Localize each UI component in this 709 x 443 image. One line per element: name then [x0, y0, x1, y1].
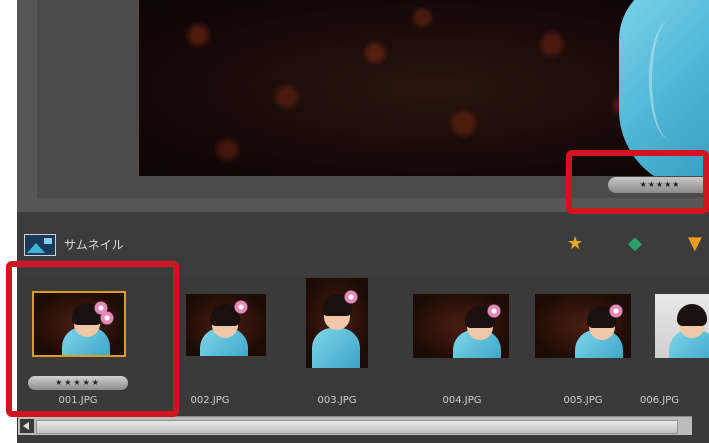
thumbnail-image[interactable]	[413, 294, 509, 358]
thumbnail-selection-highlight	[6, 261, 179, 417]
thumbnail-filename: 005.JPG	[563, 395, 603, 406]
star-filter-icon[interactable]: ★	[567, 234, 583, 254]
preview-rating-highlight	[566, 150, 709, 214]
thumbnail-filename: 004.JPG	[442, 395, 482, 406]
thumbnail-scrollbar[interactable]	[18, 416, 692, 435]
scrollbar-thumb[interactable]	[36, 420, 678, 434]
thumbnail-panel-icon	[24, 234, 56, 256]
funnel-filter-icon[interactable]: ▼	[688, 234, 702, 254]
thumbnail-filename: 006.JPG	[640, 395, 679, 406]
thumbnail-image[interactable]	[655, 294, 709, 358]
thumbnail-image[interactable]	[186, 294, 266, 356]
tag-filter-icon[interactable]: ◆	[628, 234, 642, 254]
thumbnail-filename: 003.JPG	[317, 395, 357, 406]
thumbnail-panel-title: サムネイル	[64, 238, 124, 252]
scroll-left-arrow-icon[interactable]	[20, 419, 34, 433]
thumbnail-image[interactable]	[306, 278, 368, 368]
thumbnail-image[interactable]	[535, 294, 631, 358]
